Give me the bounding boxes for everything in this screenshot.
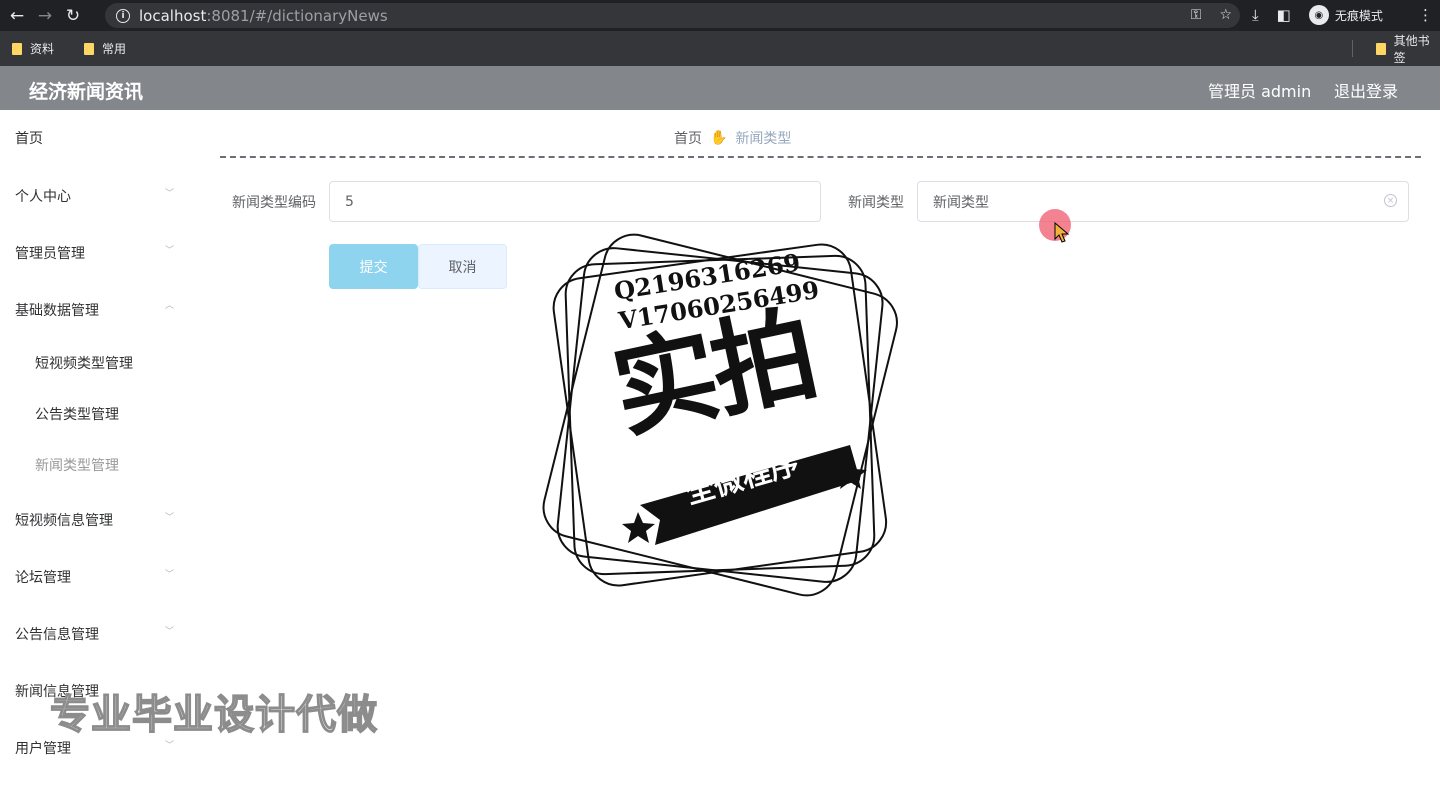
browser-toolbar: ← → ↻ i localhost:8081/#/dictionaryNews …: [0, 0, 1440, 31]
chevron-down-icon: ﹀: [165, 189, 175, 199]
chevron-down-icon: ﹀: [165, 570, 175, 580]
divider: [220, 156, 1421, 158]
sidebar-item-admin[interactable]: 管理员管理: [15, 243, 85, 263]
folder-icon: [84, 42, 95, 55]
breadcrumb-home[interactable]: 首页: [674, 128, 702, 148]
sidebar-item-personal[interactable]: 个人中心: [15, 186, 71, 206]
download-icon[interactable]: ⤓: [1252, 6, 1259, 24]
reload-icon[interactable]: ↻: [62, 5, 84, 27]
submit-button[interactable]: 提交: [329, 244, 418, 289]
chevron-down-icon: ﹀: [165, 246, 175, 256]
url-host: localhost: [139, 6, 207, 25]
star-icon[interactable]: ☆: [1219, 7, 1232, 23]
url-text[interactable]: localhost:8081/#/dictionaryNews: [139, 7, 388, 25]
chevron-down-icon: ﹀: [165, 627, 175, 637]
type-label: 新闻类型: [848, 195, 904, 211]
sidebar-item-forum[interactable]: 论坛管理: [15, 567, 71, 587]
other-bookmarks-label: 其他书签: [1393, 33, 1430, 65]
incognito-label: 无痕模式: [1334, 8, 1383, 23]
code-label: 新闻类型编码: [232, 195, 316, 211]
sidebar-item-notice-type[interactable]: 公告类型管理: [35, 404, 119, 424]
chevron-up-icon: ︿: [165, 301, 175, 311]
bookmark-label: 常用: [102, 42, 127, 56]
folder-icon: [1376, 42, 1386, 55]
site-info-icon[interactable]: i: [116, 8, 130, 23]
sidebar-item-home[interactable]: 首页: [15, 128, 43, 148]
app-title: 经济新闻资讯: [29, 81, 144, 103]
bookmark-label: 资料: [30, 42, 55, 56]
browser-menu-icon[interactable]: ⋮: [1418, 6, 1433, 24]
url-path: :8081/#/dictionaryNews: [206, 6, 388, 25]
breadcrumb: 首页 ✋ 新闻类型: [674, 128, 791, 148]
bottom-watermark: 专业毕业设计代做: [49, 691, 378, 739]
sidebar-item-news-type[interactable]: 新闻类型管理: [35, 455, 119, 475]
breadcrumb-current: 新闻类型: [735, 131, 792, 147]
cursor-arrow-icon: [1054, 222, 1070, 243]
key-icon[interactable]: ⚿: [1191, 7, 1202, 23]
sidepanel-icon[interactable]: ◧: [1277, 6, 1291, 24]
bookmark-folder[interactable]: 资料: [12, 40, 54, 57]
sidebar-item-basic-data[interactable]: 基础数据管理: [15, 300, 99, 320]
sidebar-item-notice-info[interactable]: 公告信息管理: [15, 624, 99, 644]
app-header: 经济新闻资讯 管理员 admin 退出登录: [0, 66, 1440, 110]
type-input-value: 新闻类型: [933, 194, 989, 211]
sidebar-item-video-info[interactable]: 短视频信息管理: [15, 510, 113, 530]
logout-link[interactable]: 退出登录: [1334, 78, 1398, 102]
forward-icon[interactable]: →: [34, 5, 56, 27]
bookmarks-bar: 资料 常用 其他书签: [0, 31, 1440, 66]
type-input[interactable]: 新闻类型 ×: [917, 181, 1409, 222]
cancel-button[interactable]: 取消: [418, 244, 507, 289]
other-bookmarks[interactable]: 其他书签: [1376, 32, 1440, 66]
code-input[interactable]: 5: [329, 181, 821, 222]
hand-icon: ✋: [710, 130, 728, 146]
clear-icon[interactable]: ×: [1384, 194, 1397, 207]
chevron-down-icon: ﹀: [165, 513, 175, 523]
bookmark-separator: [1352, 40, 1353, 57]
admin-label: 管理员 admin: [1208, 82, 1312, 101]
address-bar[interactable]: i localhost:8081/#/dictionaryNews ⚿ ☆: [105, 3, 1240, 28]
sidebar-item-users[interactable]: 用户管理: [15, 738, 71, 758]
incognito-badge[interactable]: ◉ 无痕模式: [1308, 5, 1383, 25]
incognito-icon: ◉: [1308, 5, 1329, 25]
sidebar-item-video-type[interactable]: 短视频类型管理: [35, 353, 133, 373]
folder-icon: [12, 42, 22, 55]
bookmark-folder[interactable]: 常用: [84, 40, 126, 57]
back-icon[interactable]: ←: [6, 5, 28, 27]
